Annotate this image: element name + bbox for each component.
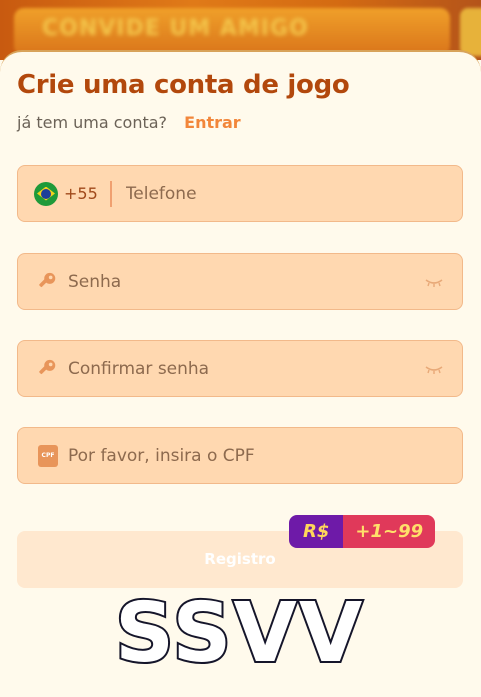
- cpf-input[interactable]: [68, 428, 462, 483]
- password-input[interactable]: [68, 254, 424, 309]
- field-divider: [109, 180, 112, 207]
- background-banner-text: CONVIDE UM AMIGO: [42, 16, 309, 41]
- dial-code[interactable]: +55: [64, 184, 98, 203]
- key-icon: [39, 359, 56, 374]
- eye-closed-icon[interactable]: [424, 362, 444, 376]
- eye-closed-icon[interactable]: [424, 275, 444, 289]
- bonus-currency: R$: [289, 515, 344, 548]
- phone-field[interactable]: +55: [17, 165, 463, 222]
- bonus-badge: R$ +1~99: [289, 515, 436, 548]
- login-prompt: já tem uma conta? Entrar: [17, 113, 241, 132]
- brazil-flag-icon[interactable]: [34, 181, 58, 206]
- key-icon: [39, 272, 56, 287]
- phone-input[interactable]: [125, 166, 462, 221]
- cpf-card-icon: CPF: [38, 444, 58, 467]
- background-side-tile: [460, 8, 481, 56]
- confirm-password-field[interactable]: [17, 340, 463, 397]
- login-prompt-text: já tem uma conta?: [17, 113, 168, 132]
- confirm-password-input[interactable]: [68, 341, 424, 396]
- page-title: Crie uma conta de jogo: [17, 70, 350, 100]
- password-field[interactable]: [17, 253, 463, 310]
- watermark: SSVV: [113, 584, 365, 683]
- cpf-field[interactable]: CPF: [17, 427, 463, 484]
- bonus-value: +1~99: [343, 515, 436, 548]
- login-link[interactable]: Entrar: [184, 113, 241, 132]
